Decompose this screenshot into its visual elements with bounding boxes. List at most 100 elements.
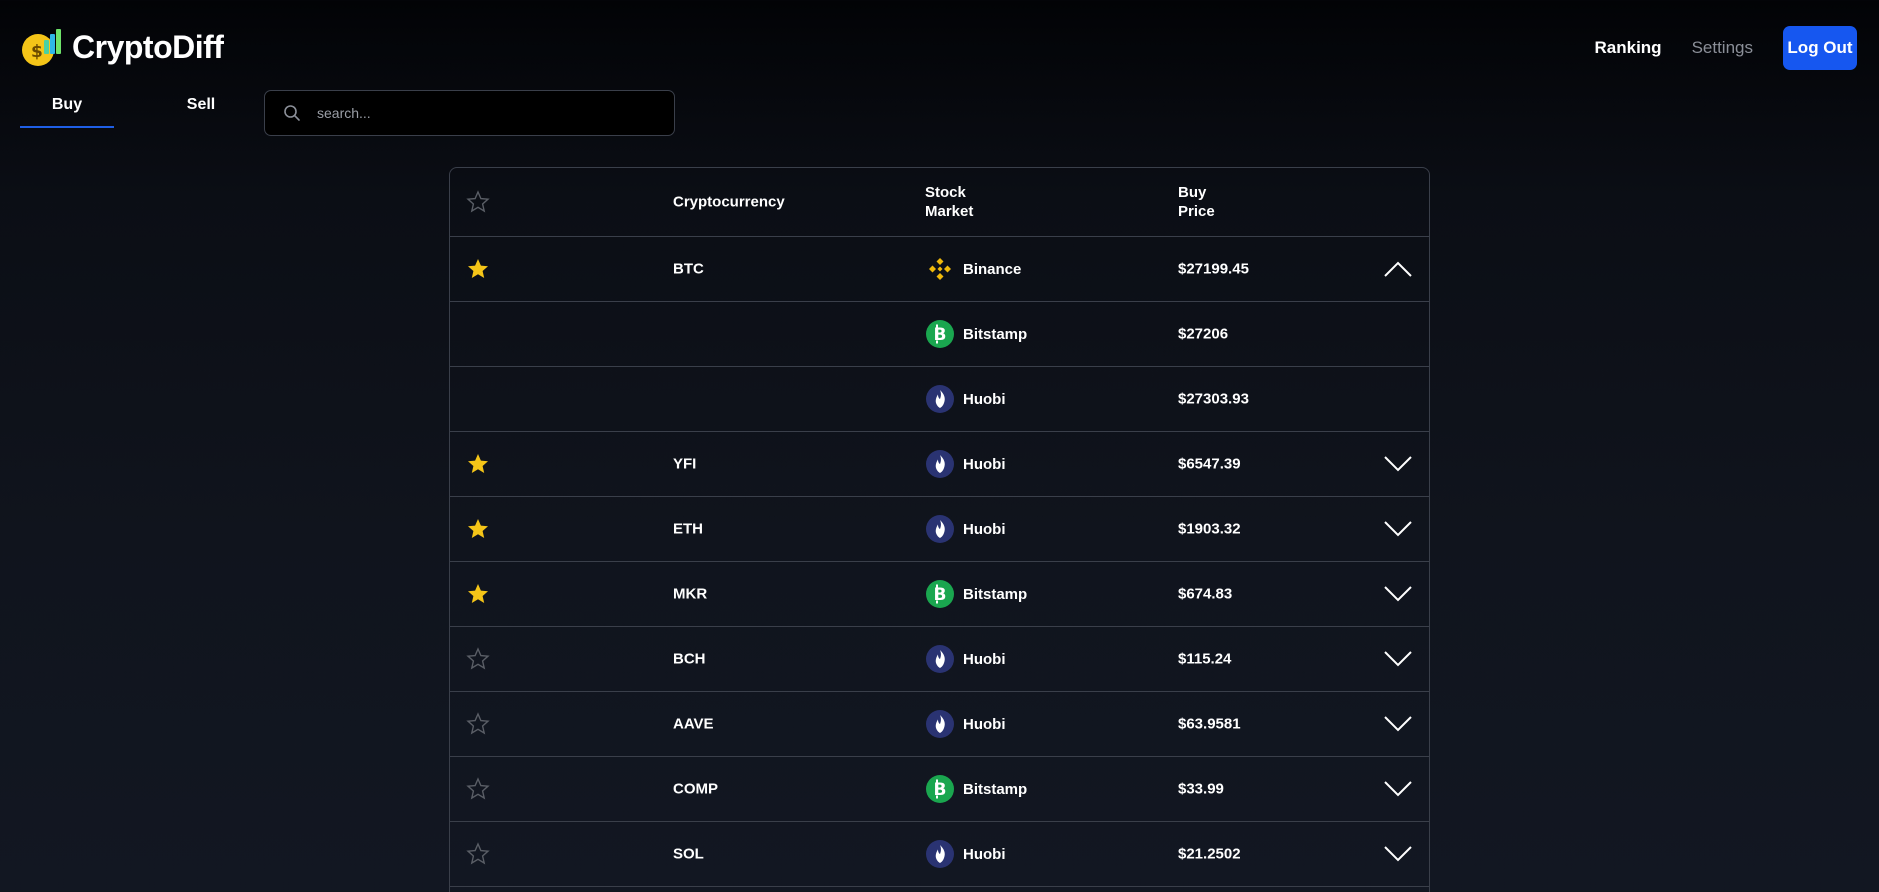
market-name: Huobi [963,390,1006,408]
market-name: Huobi [963,715,1006,733]
star-outline-icon[interactable] [466,647,490,671]
market-name: Huobi [963,520,1006,538]
market-cell: Huobi [925,514,1006,544]
star-filled-icon[interactable] [466,582,490,606]
huobi-icon [926,515,954,543]
market-cell: Huobi [925,644,1006,674]
logout-button[interactable]: Log Out [1783,26,1857,70]
tab-sell[interactable]: Sell [154,96,248,128]
favorite-all-star-icon[interactable] [466,190,490,214]
buy-price: $115.24 [1178,650,1232,668]
header-stock-market-line2: Market [925,203,974,220]
market-name: Bitstamp [963,780,1028,798]
header-buy-price[interactable]: Buy Price [1178,183,1215,221]
nav-settings-link[interactable]: Settings [1692,38,1753,58]
chevron-down-icon[interactable] [1383,715,1413,733]
star-filled-icon[interactable] [466,257,490,281]
crypto-symbol: COMP [673,780,718,798]
market-cell: Huobi [925,709,1006,739]
buy-price: $6547.39 [1178,455,1241,473]
binance-icon [929,258,951,280]
buy-price: $1903.32 [1178,520,1241,538]
market-name: Huobi [963,650,1006,668]
chevron-down-icon[interactable] [1383,780,1413,798]
huobi-icon [926,645,954,673]
svg-text:B: B [934,325,947,345]
header: $ CryptoDiff Ranking Settings Log Out [0,0,1879,90]
cryptodiff-logo-icon: $ [22,29,61,66]
crypto-symbol: BCH [673,650,706,668]
svg-text:$: $ [31,42,43,62]
market-name: Bitstamp [963,585,1028,603]
market-name: Huobi [963,455,1006,473]
buy-sell-tabs: Buy Sell [20,96,288,128]
chevron-up-icon[interactable] [1383,260,1413,278]
crypto-symbol: YFI [673,455,697,473]
svg-text:B: B [934,780,947,800]
nav-ranking-link[interactable]: Ranking [1595,38,1662,58]
buy-price: $27206 [1178,325,1229,343]
buy-price: $33.99 [1178,780,1224,798]
chevron-down-icon[interactable] [1383,455,1413,473]
crypto-symbol: SOL [673,845,704,863]
huobi-icon [926,450,954,478]
star-outline-icon[interactable] [466,777,490,801]
app-title: CryptoDiff [72,28,224,65]
star-filled-icon[interactable] [466,452,490,476]
crypto-symbol: BTC [673,260,704,278]
table-row[interactable]: BCH Huobi $115.24 [450,627,1429,692]
market-cell: Huobi [925,839,1006,869]
tab-buy[interactable]: Buy [20,96,114,128]
table-row[interactable]: SOL Huobi $21.2502 [450,822,1429,887]
table-body: BTC Binance $27199.45 B Bitstamp $27206 Huobi $… [450,237,1429,887]
header-stock-market-line1: Stock [925,184,966,201]
header-stock-market[interactable]: Stock Market [925,183,973,221]
crypto-table: Cryptocurrency Stock Market Buy Price BT… [449,167,1430,892]
app-logo[interactable]: $ CryptoDiff [20,26,224,68]
market-name: Huobi [963,845,1006,863]
chevron-down-icon[interactable] [1383,845,1413,863]
crypto-symbol: AAVE [673,715,714,733]
chevron-down-icon[interactable] [1383,585,1413,603]
table-row[interactable]: MKR B Bitstamp $674.83 [450,562,1429,627]
table-subrow[interactable]: Huobi $27303.93 [450,367,1429,432]
market-cell: B Bitstamp [925,319,1027,349]
table-row[interactable]: ETH Huobi $1903.32 [450,497,1429,562]
market-cell: Huobi [925,449,1006,479]
header-buy-price-line1: Buy [1178,184,1207,201]
market-name: Binance [963,260,1022,278]
table-header-row: Cryptocurrency Stock Market Buy Price [450,168,1429,237]
table-row[interactable]: COMP B Bitstamp $33.99 [450,757,1429,822]
market-cell: B Bitstamp [925,579,1027,609]
header-cryptocurrency[interactable]: Cryptocurrency [673,193,785,212]
search-icon [284,105,300,121]
search-input[interactable] [317,105,657,121]
bitstamp-icon: B [926,320,954,348]
market-cell: Huobi [925,384,1006,414]
top-nav: Ranking Settings Log Out [1595,26,1857,70]
star-filled-icon[interactable] [466,517,490,541]
crypto-symbol: MKR [673,585,708,603]
chevron-down-icon[interactable] [1383,650,1413,668]
table-row[interactable]: YFI Huobi $6547.39 [450,432,1429,497]
table-row[interactable]: AAVE Huobi $63.9581 [450,692,1429,757]
market-cell: B Bitstamp [925,774,1027,804]
header-buy-price-line2: Price [1178,203,1215,220]
table-subrow[interactable]: B Bitstamp $27206 [450,302,1429,367]
buy-price: $21.2502 [1178,845,1241,863]
market-name: Bitstamp [963,325,1028,343]
market-cell: Binance [925,254,1021,284]
buy-price: $27303.93 [1178,390,1249,408]
chevron-down-icon[interactable] [1383,520,1413,538]
star-outline-icon[interactable] [466,712,490,736]
svg-text:B: B [934,585,947,605]
huobi-icon [926,385,954,413]
buy-price: $27199.45 [1178,260,1249,278]
buy-price: $63.9581 [1178,715,1241,733]
star-outline-icon[interactable] [466,842,490,866]
huobi-icon [926,840,954,868]
huobi-icon [926,710,954,738]
bitstamp-icon: B [926,775,954,803]
table-row[interactable]: BTC Binance $27199.45 [450,237,1429,302]
search-box [264,90,675,136]
